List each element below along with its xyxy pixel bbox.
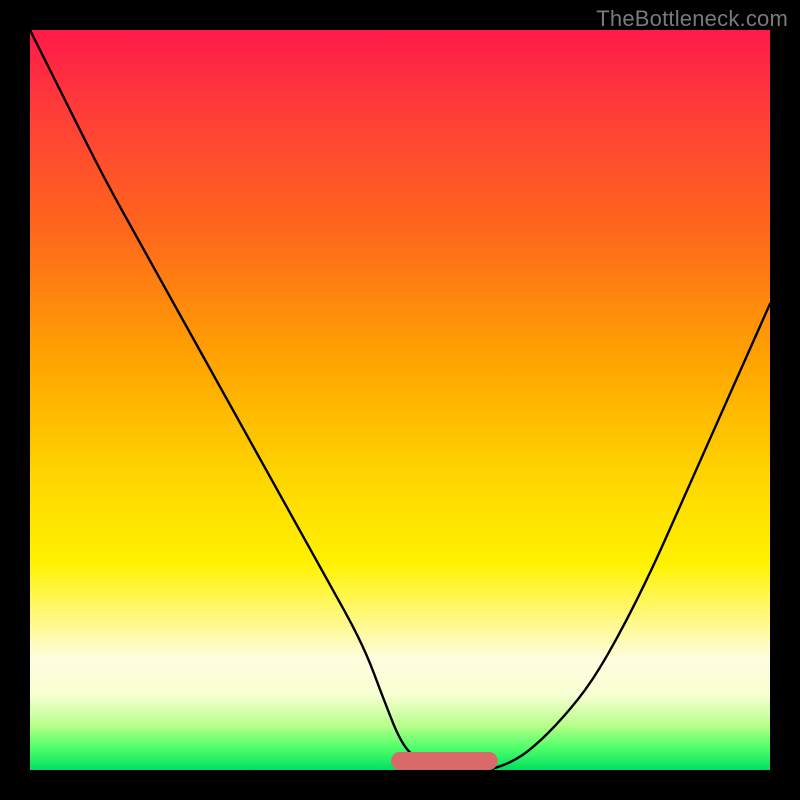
plot-area bbox=[30, 30, 770, 770]
attribution-label: TheBottleneck.com bbox=[596, 6, 788, 32]
curve-layer bbox=[30, 30, 770, 770]
left-curve-path bbox=[30, 30, 459, 770]
right-curve-path bbox=[489, 304, 770, 770]
chart-stage: TheBottleneck.com bbox=[0, 0, 800, 800]
